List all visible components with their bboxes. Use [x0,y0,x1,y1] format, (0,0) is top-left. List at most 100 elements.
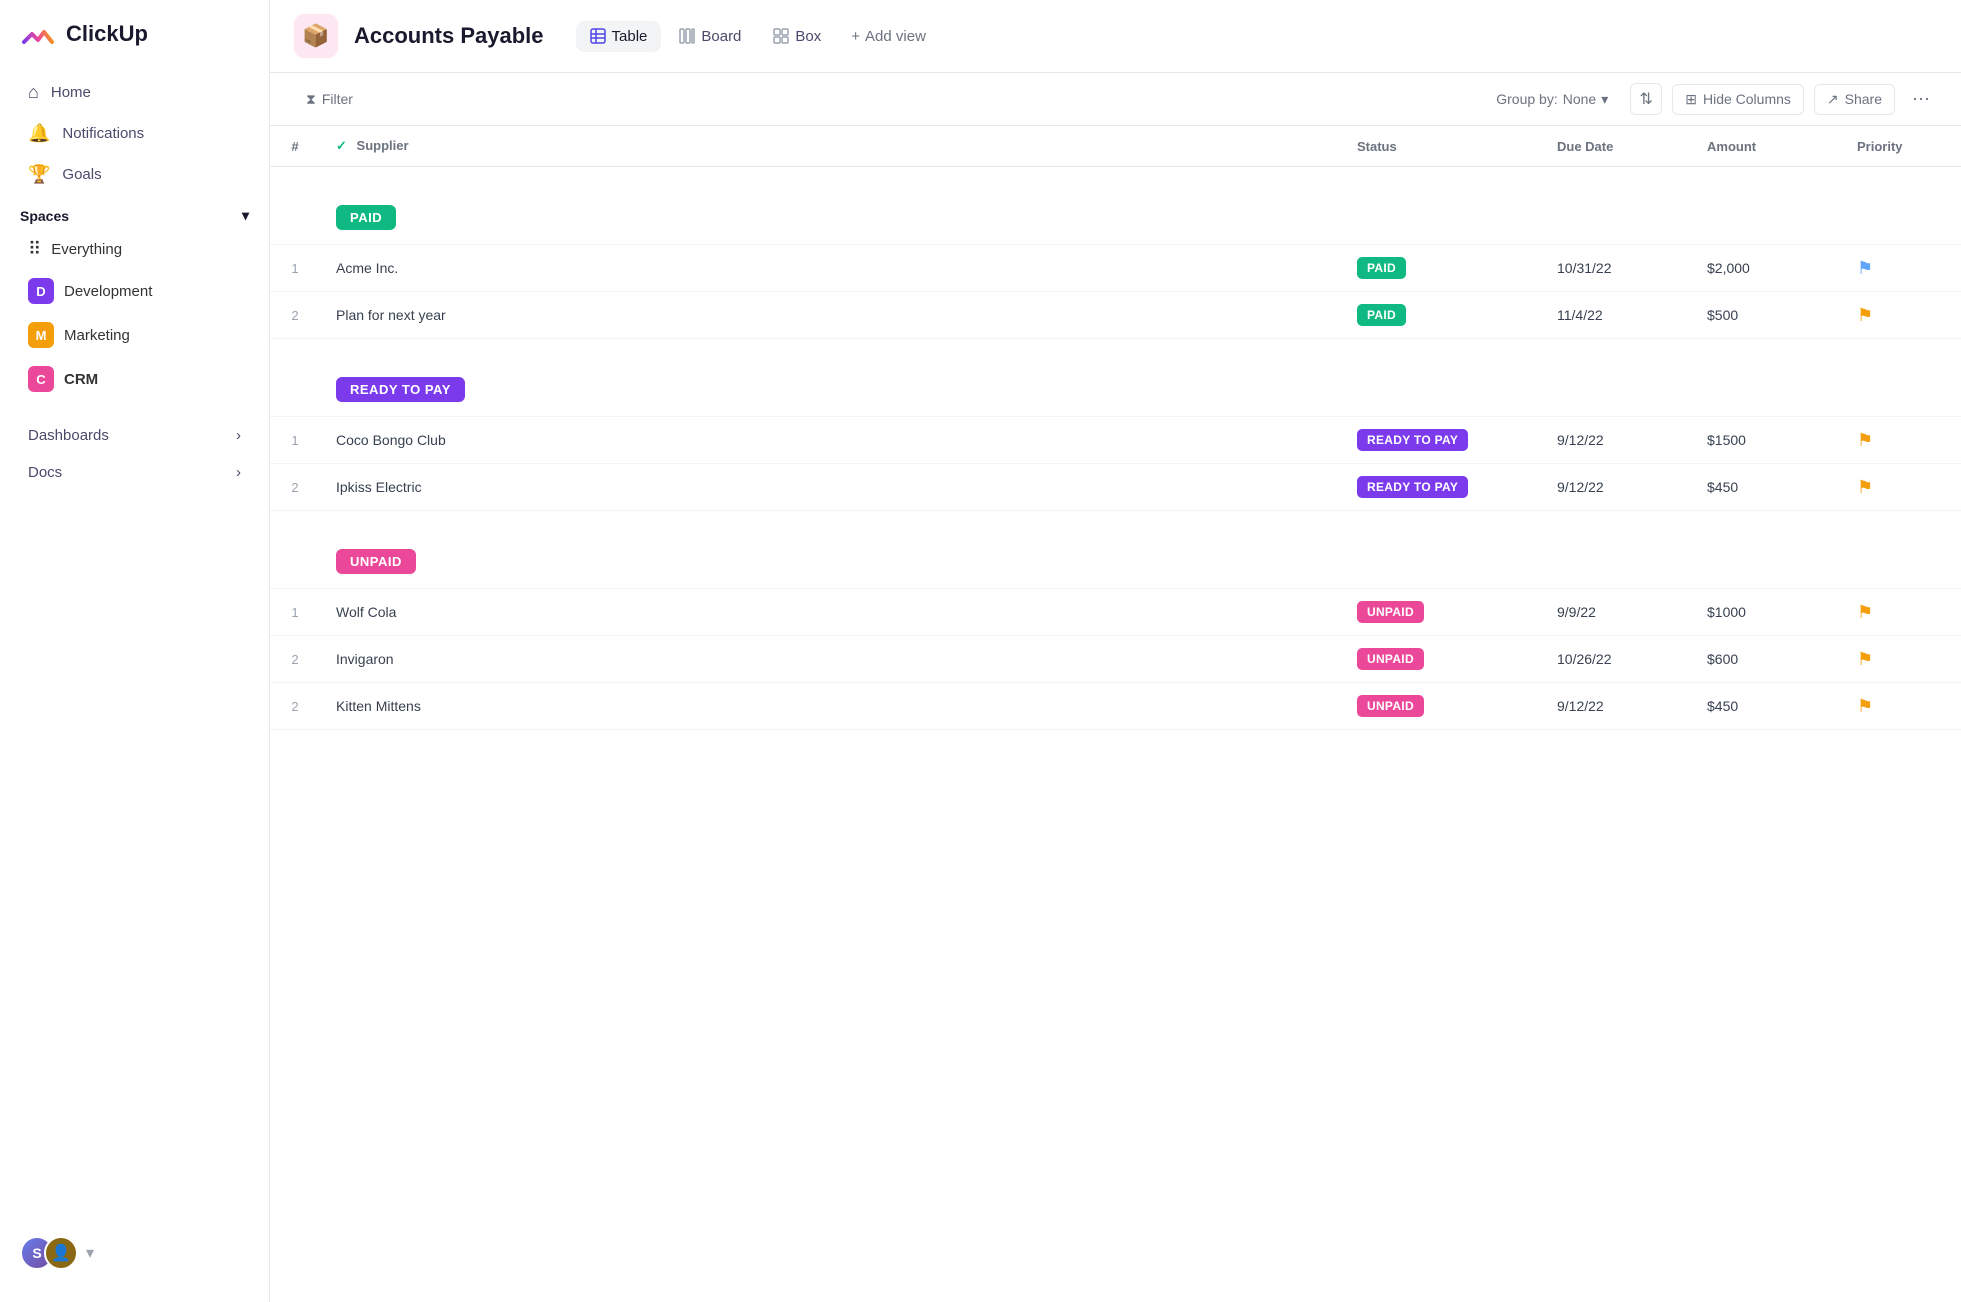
sidebar-item-marketing[interactable]: M Marketing [8,313,261,357]
sidebar-item-notifications[interactable]: 🔔 Notifications [8,113,261,154]
hide-columns-button[interactable]: ⊞ Hide Columns [1672,84,1804,115]
row-supplier: Ipkiss Electric [320,464,1341,511]
col-due-date: Due Date [1541,126,1691,167]
share-icon: ↗ [1827,91,1839,108]
row-status: PAID [1341,292,1541,339]
row-supplier: Kitten Mittens [320,683,1341,730]
row-due-date: 11/4/22 [1541,292,1691,339]
view-tabs: Table Board Box + [576,21,938,52]
row-supplier: Wolf Cola [320,589,1341,636]
chevron-down-icon: ▾ [242,207,249,224]
sidebar-section-label: Docs [28,464,62,481]
table-row[interactable]: 1 Acme Inc. PAID 10/31/22 $2,000 ⚑ [270,245,1961,292]
box-icon [773,28,789,44]
row-amount: $1000 [1691,589,1841,636]
flag-icon: ⚑ [1857,649,1873,669]
row-num: 2 [270,683,320,730]
group-label-cell: UNPAID [320,535,1961,589]
row-priority: ⚑ [1841,683,1961,730]
grid-icon: ⠿ [28,239,41,260]
add-view-button[interactable]: + Add view [839,21,938,52]
sidebar-item-dashboards[interactable]: Dashboards › [8,417,261,454]
filter-button[interactable]: ⧗ Filter [294,85,365,114]
row-priority: ⚑ [1841,417,1961,464]
group-by-label: Group by: [1496,91,1557,107]
chevron-right-icon: › [236,427,241,444]
sidebar-item-development[interactable]: D Development [8,269,261,313]
table-row[interactable]: 2 Kitten Mittens UNPAID 9/12/22 $450 ⚑ [270,683,1961,730]
tab-board-label: Board [701,28,741,45]
page-header: 📦 Accounts Payable Table Board [270,0,1961,73]
group-by-button[interactable]: Group by: None ▾ [1484,85,1620,114]
status-badge: PAID [1357,304,1406,326]
col-amount: Amount [1691,126,1841,167]
share-label: Share [1845,91,1882,107]
flag-icon: ⚑ [1857,477,1873,497]
sidebar-item-home[interactable]: ⌂ Home [8,72,261,113]
row-due-date: 9/12/22 [1541,417,1691,464]
table-row[interactable]: 1 Coco Bongo Club READY TO PAY 9/12/22 $… [270,417,1961,464]
sidebar-item-everything[interactable]: ⠿ Everything [8,230,261,269]
sidebar-item-crm[interactable]: C CRM [8,357,261,401]
status-badge: READY TO PAY [1357,476,1468,498]
status-badge: UNPAID [1357,648,1424,670]
group-badge-ready: READY TO PAY [336,377,465,402]
chevron-right-icon: › [236,464,241,481]
accounts-payable-table: # ✓ Supplier Status Due Date Amount Prio… [270,126,1961,730]
row-status: UNPAID [1341,636,1541,683]
check-icon: ✓ [336,138,347,153]
tab-box[interactable]: Box [759,21,835,52]
sort-button[interactable]: ⇅ [1630,83,1662,115]
board-icon [679,28,695,44]
group-header-unpaid: UNPAID [270,535,1961,589]
row-priority: ⚑ [1841,245,1961,292]
row-due-date: 10/31/22 [1541,245,1691,292]
app-name: ClickUp [66,21,148,47]
row-supplier: Coco Bongo Club [320,417,1341,464]
columns-icon: ⊞ [1685,91,1697,108]
row-amount: $450 [1691,683,1841,730]
toolbar: ⧗ Filter Group by: None ▾ ⇅ ⊞ Hide Colum… [270,73,1961,126]
logo-area[interactable]: ClickUp [0,16,269,72]
table-row[interactable]: 2 Plan for next year PAID 11/4/22 $500 ⚑ [270,292,1961,339]
table-row[interactable]: 2 Ipkiss Electric READY TO PAY 9/12/22 $… [270,464,1961,511]
row-due-date: 9/12/22 [1541,683,1691,730]
table-row[interactable]: 2 Invigaron UNPAID 10/26/22 $600 ⚑ [270,636,1961,683]
filter-icon: ⧗ [306,91,316,108]
row-amount: $600 [1691,636,1841,683]
sidebar-item-goals[interactable]: 🏆 Goals [8,154,261,195]
tab-board[interactable]: Board [665,21,755,52]
user-chevron-icon[interactable]: ▾ [86,1243,94,1263]
add-view-label: Add view [865,28,926,45]
status-badge: UNPAID [1357,695,1424,717]
row-amount: $500 [1691,292,1841,339]
more-options-button[interactable]: ⋯ [1905,83,1937,115]
toolbar-left: ⧗ Filter [294,85,365,114]
page-icon: 📦 [294,14,338,58]
sidebar-bottom: S 👤 ▾ [0,1220,269,1286]
status-badge: UNPAID [1357,601,1424,623]
share-button[interactable]: ↗ Share [1814,84,1895,115]
sidebar-item-docs[interactable]: Docs › [8,454,261,491]
group-num-cell [270,191,320,245]
tab-table[interactable]: Table [576,21,662,52]
table-row[interactable]: 1 Wolf Cola UNPAID 9/9/22 $1000 ⚑ [270,589,1961,636]
filter-label: Filter [322,91,353,107]
sidebar-item-label: Marketing [64,327,130,344]
row-status: READY TO PAY [1341,464,1541,511]
status-badge: PAID [1357,257,1406,279]
main-content: 📦 Accounts Payable Table Board [270,0,1961,1302]
spaces-header[interactable]: Spaces ▾ [0,195,269,230]
flag-icon: ⚑ [1857,602,1873,622]
crm-badge: C [28,366,54,392]
sort-icon: ⇅ [1640,89,1653,109]
flag-icon: ⚑ [1857,696,1873,716]
bell-icon: 🔔 [28,123,50,144]
row-supplier: Plan for next year [320,292,1341,339]
table-container: # ✓ Supplier Status Due Date Amount Prio… [270,126,1961,1302]
table-icon [590,28,606,44]
sidebar-item-label: Development [64,283,152,300]
col-num: # [270,126,320,167]
group-header-paid: PAID [270,191,1961,245]
flag-icon: ⚑ [1857,258,1873,278]
